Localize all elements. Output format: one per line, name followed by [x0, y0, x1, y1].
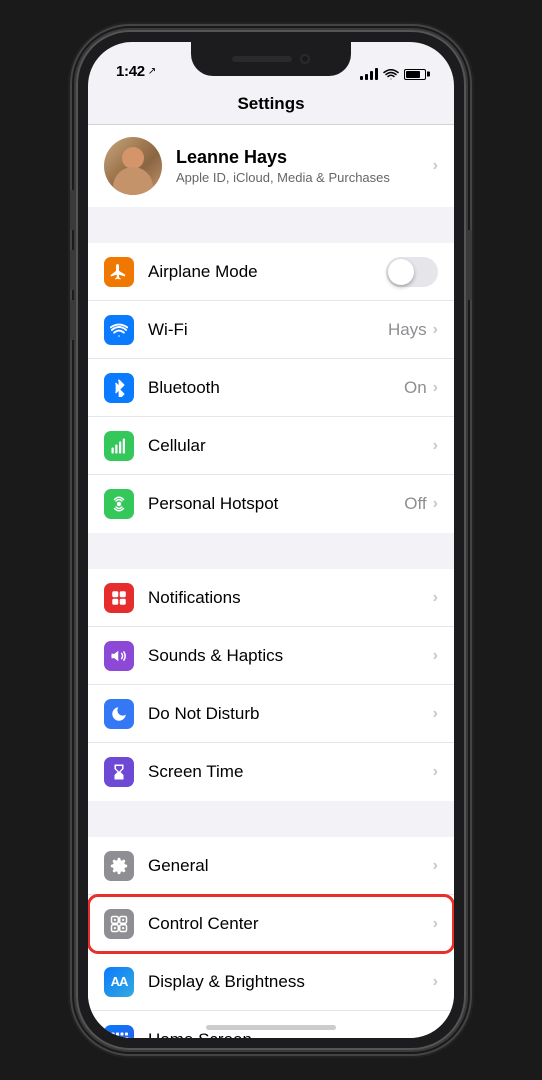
notifications-label: Notifications: [148, 588, 433, 608]
sounds-row[interactable]: Sounds & Haptics ›: [88, 627, 454, 685]
dnd-icon-wrapper: [104, 699, 134, 729]
sounds-icon-wrapper: [104, 641, 134, 671]
profile-section: Leanne Hays Apple ID, iCloud, Media & Pu…: [88, 125, 454, 207]
cellular-row[interactable]: Cellular ›: [88, 417, 454, 475]
general-group: General ›: [88, 837, 454, 1038]
general-row[interactable]: General ›: [88, 837, 454, 895]
bluetooth-label: Bluetooth: [148, 378, 404, 398]
content-scroll[interactable]: Settings Leanne Hays Apple ID, iCloud, M…: [88, 86, 454, 1038]
airplane-icon: [110, 263, 128, 281]
profile-name: Leanne Hays: [176, 147, 433, 168]
wifi-value: Hays: [388, 320, 427, 340]
hotspot-icon-wrapper: [104, 489, 134, 519]
profile-chevron: ›: [433, 157, 438, 175]
airplane-mode-row[interactable]: Airplane Mode: [88, 243, 454, 301]
control-center-row[interactable]: Control Center ›: [88, 895, 454, 953]
wifi-icon: [110, 321, 128, 339]
moon-icon: [110, 705, 128, 723]
bluetooth-icon-wrapper: [104, 373, 134, 403]
hotspot-value: Off: [404, 494, 426, 514]
cellular-icon-wrapper: [104, 431, 134, 461]
hotspot-chevron: ›: [433, 495, 438, 513]
display-icon-wrapper: AA: [104, 967, 134, 997]
avatar: [104, 137, 162, 195]
display-row[interactable]: AA Display & Brightness ›: [88, 953, 454, 1011]
cellular-label: Cellular: [148, 436, 433, 456]
screen-time-icon-wrapper: [104, 757, 134, 787]
section-gap-2: [88, 533, 454, 569]
screen-time-chevron: ›: [433, 763, 438, 781]
home-screen-chevron: ›: [433, 1031, 438, 1038]
bluetooth-row[interactable]: Bluetooth On ›: [88, 359, 454, 417]
profile-row[interactable]: Leanne Hays Apple ID, iCloud, Media & Pu…: [88, 125, 454, 207]
wifi-label: Wi-Fi: [148, 320, 388, 340]
display-chevron: ›: [433, 973, 438, 991]
notch: [191, 42, 351, 76]
control-center-chevron: ›: [433, 915, 438, 933]
bluetooth-value: On: [404, 378, 427, 398]
general-chevron: ›: [433, 857, 438, 875]
display-label: Display & Brightness: [148, 972, 433, 992]
notifications-chevron: ›: [433, 589, 438, 607]
airplane-mode-icon-wrapper: [104, 257, 134, 287]
home-indicator: [206, 1025, 336, 1030]
dnd-chevron: ›: [433, 705, 438, 723]
cellular-icon: [110, 437, 128, 455]
status-icons: [360, 68, 426, 80]
notifications-group: Notifications › Sounds & Haptics ›: [88, 569, 454, 801]
profile-subtitle: Apple ID, iCloud, Media & Purchases: [176, 170, 433, 185]
bluetooth-chevron: ›: [433, 379, 438, 397]
status-time: 1:42: [116, 63, 145, 80]
general-label: General: [148, 856, 433, 876]
control-center-icon-wrapper: [104, 909, 134, 939]
sounds-icon: [110, 647, 128, 665]
wifi-icon-wrapper: [104, 315, 134, 345]
cellular-chevron: ›: [433, 437, 438, 455]
general-icon-wrapper: [104, 851, 134, 881]
profile-info: Leanne Hays Apple ID, iCloud, Media & Pu…: [176, 147, 433, 185]
signal-icon: [360, 68, 378, 80]
camera: [300, 54, 310, 64]
connectivity-group: Airplane Mode Wi-Fi: [88, 243, 454, 533]
airplane-mode-label: Airplane Mode: [148, 262, 386, 282]
notifications-row[interactable]: Notifications ›: [88, 569, 454, 627]
gear-icon: [110, 857, 128, 875]
page-title: Settings: [237, 94, 304, 113]
battery-icon: [404, 69, 426, 80]
hourglass-icon: [110, 763, 128, 781]
dnd-row[interactable]: Do Not Disturb ›: [88, 685, 454, 743]
screen: 1:42 ↗: [88, 42, 454, 1038]
airplane-mode-toggle[interactable]: [386, 257, 438, 287]
wifi-row[interactable]: Wi-Fi Hays ›: [88, 301, 454, 359]
section-gap-3: [88, 801, 454, 837]
speaker: [232, 56, 292, 62]
dnd-label: Do Not Disturb: [148, 704, 433, 724]
hotspot-label: Personal Hotspot: [148, 494, 404, 514]
wifi-chevron: ›: [433, 321, 438, 339]
notifications-icon-wrapper: [104, 583, 134, 613]
grid-icon: [110, 1031, 128, 1038]
control-center-label: Control Center: [148, 914, 433, 934]
wifi-status-icon: [383, 68, 399, 80]
location-icon: ↗: [148, 66, 156, 77]
page-header: Settings: [88, 86, 454, 125]
bluetooth-icon: [110, 379, 128, 397]
notifications-icon: [110, 589, 128, 607]
screen-time-row[interactable]: Screen Time ›: [88, 743, 454, 801]
section-gap-1: [88, 207, 454, 243]
phone-frame: 1:42 ↗: [76, 30, 466, 1050]
sounds-chevron: ›: [433, 647, 438, 665]
home-screen-icon-wrapper: [104, 1025, 134, 1038]
sounds-label: Sounds & Haptics: [148, 646, 433, 666]
hotspot-row[interactable]: Personal Hotspot Off ›: [88, 475, 454, 533]
home-screen-label: Home Screen: [148, 1030, 433, 1038]
controls-icon: [110, 915, 128, 933]
hotspot-icon: [110, 495, 128, 513]
screen-time-label: Screen Time: [148, 762, 433, 782]
